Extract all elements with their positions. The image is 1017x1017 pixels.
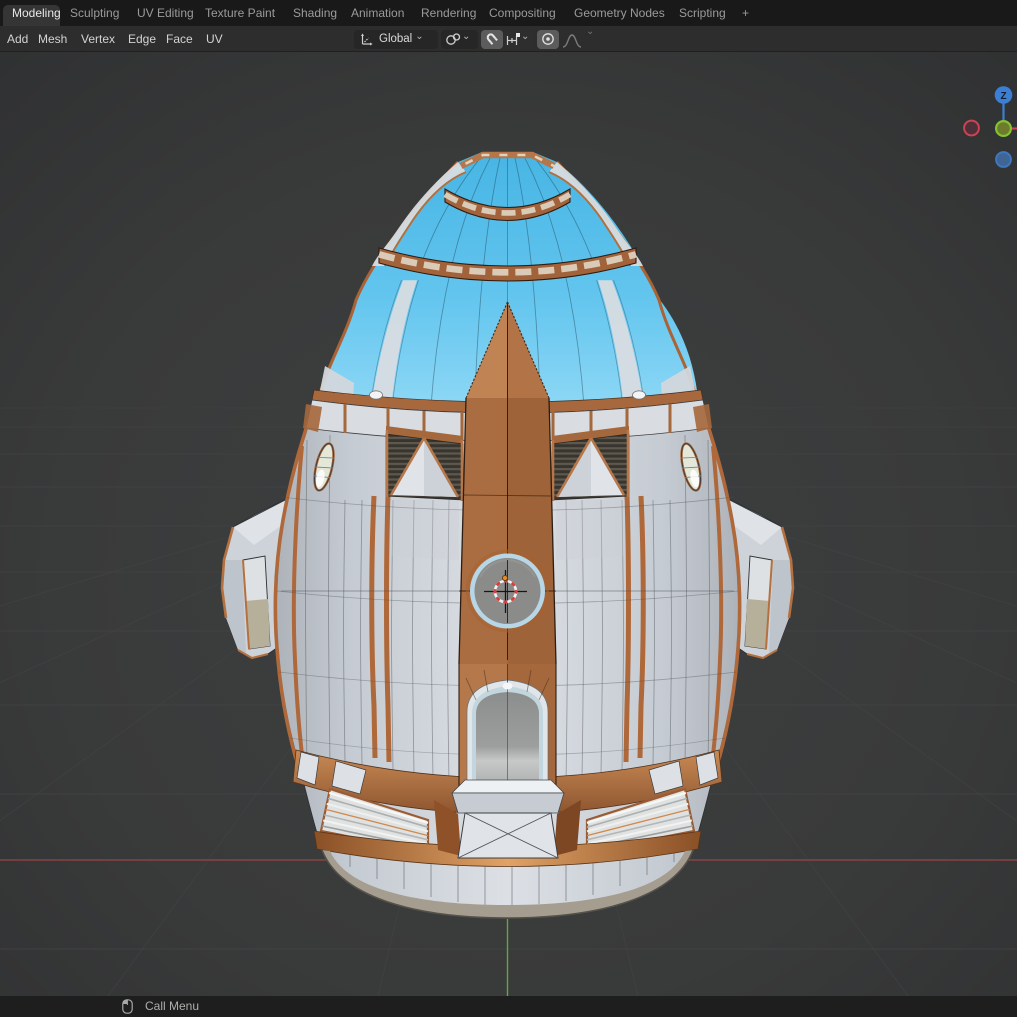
svg-text:Z: Z	[1000, 91, 1006, 102]
